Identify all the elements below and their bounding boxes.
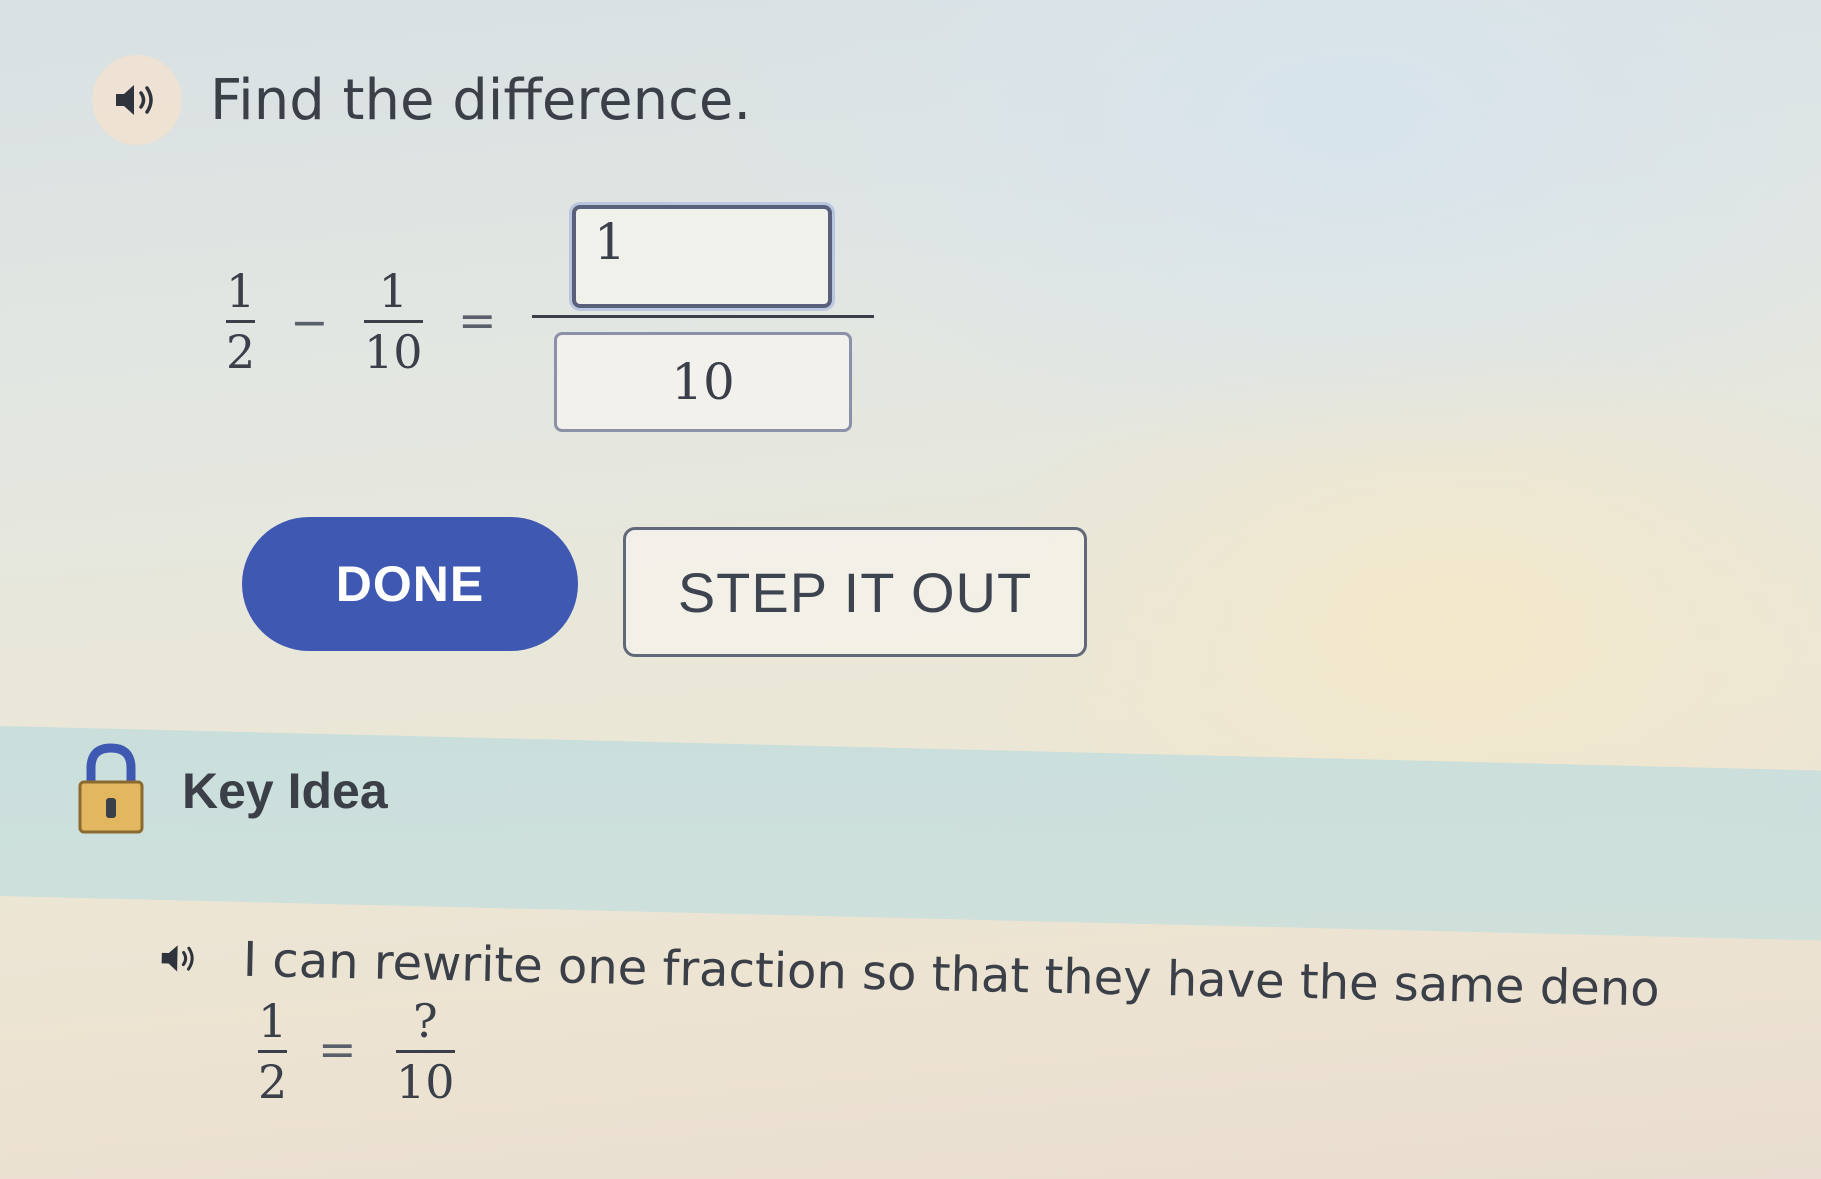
equals-sign: = bbox=[458, 293, 497, 347]
denominator: 2 bbox=[258, 1055, 288, 1109]
question-prompt: Find the difference. bbox=[92, 55, 751, 145]
answer-numerator-input[interactable] bbox=[572, 205, 832, 308]
numerator: 1 bbox=[226, 264, 256, 318]
prompt-text: Find the difference. bbox=[210, 67, 752, 133]
answer-denominator-input[interactable] bbox=[554, 332, 852, 432]
read-aloud-button[interactable] bbox=[92, 55, 182, 145]
denominator: 2 bbox=[226, 325, 256, 379]
answer-fraction-bar bbox=[532, 315, 874, 318]
speaker-icon bbox=[161, 945, 194, 972]
numerator: ? bbox=[412, 994, 438, 1048]
hint-read-aloud-button[interactable] bbox=[157, 935, 204, 982]
fraction-one-tenth: 1 10 bbox=[364, 268, 423, 375]
step-it-out-button[interactable]: STEP IT OUT bbox=[623, 527, 1087, 657]
fraction-bar bbox=[364, 320, 423, 323]
fraction-one-half: 1 2 bbox=[226, 264, 256, 379]
fraction-bar bbox=[226, 320, 256, 323]
numerator: 1 bbox=[258, 994, 288, 1048]
fraction-bar bbox=[396, 1050, 455, 1053]
hint-equals-sign: = bbox=[318, 1022, 357, 1076]
denominator: 10 bbox=[364, 325, 423, 379]
numerator: 1 bbox=[378, 264, 408, 318]
key-idea-title: Key Idea bbox=[182, 763, 388, 819]
minus-sign: − bbox=[290, 295, 329, 349]
hint-fraction-right: ? 10 bbox=[396, 998, 455, 1105]
key-idea-banner bbox=[0, 726, 1821, 941]
lock-icon bbox=[78, 743, 144, 834]
speaker-icon bbox=[116, 85, 153, 115]
hint-text: I can rewrite one fraction so that they … bbox=[242, 931, 1661, 1018]
done-button[interactable]: DONE bbox=[242, 517, 578, 651]
fraction-bar bbox=[258, 1050, 288, 1053]
denominator: 10 bbox=[396, 1055, 455, 1109]
hint-fraction-left: 1 2 bbox=[258, 994, 288, 1109]
key-idea-hint: I can rewrite one fraction so that they … bbox=[156, 930, 1660, 1017]
